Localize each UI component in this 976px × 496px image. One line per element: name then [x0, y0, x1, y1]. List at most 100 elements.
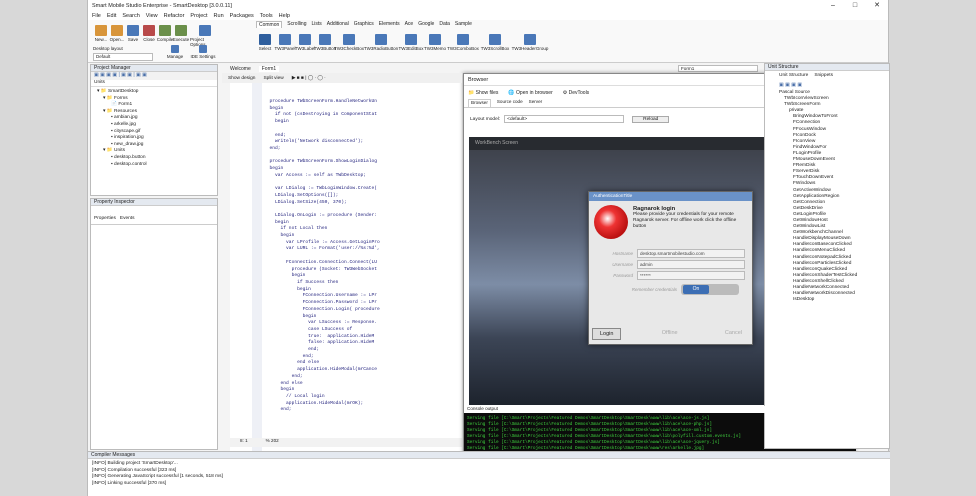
tree-node[interactable]: ▪ desktop.control [97, 162, 217, 169]
hostname-select[interactable]: desktop.smartmobilestudio.com [637, 249, 745, 258]
menu-edit[interactable]: Edit [107, 13, 116, 19]
tw3radiobutton-tool[interactable]: TW3RadioButton [364, 34, 398, 51]
tab-ace[interactable]: Ace [405, 21, 414, 28]
ide-window: Smart Mobile Studio Enterprise - SmartDe… [87, 0, 890, 496]
menu-packages[interactable]: Packages [230, 13, 254, 19]
tw3panel-tool[interactable]: TW3Panel [274, 34, 296, 51]
compiler-line: [INFO] Building project 'SmartDesktop'..… [92, 461, 178, 466]
compiler-line: [INFO] Generating JavaScript successful … [92, 474, 223, 480]
tw3editbox-tool[interactable]: TW3EditBox [398, 34, 424, 51]
tab-additional[interactable]: Additional [327, 21, 349, 28]
tab-unit-structure[interactable]: Unit Structure [779, 73, 808, 82]
tw3label-tool[interactable]: TW3Label [294, 34, 316, 51]
tab-snippets[interactable]: Snippets [814, 73, 833, 82]
tab-graphics[interactable]: Graphics [354, 21, 374, 28]
cancel-button[interactable]: Cancel [718, 328, 749, 340]
devtools-button[interactable]: ⚙ DevTools [563, 90, 589, 96]
menu-search[interactable]: Search [122, 13, 139, 19]
menu-run[interactable]: Run [214, 13, 224, 19]
compiler-messages-panel: Compiler Messages [INFO] Building projec… [88, 451, 890, 496]
combobox-icon [457, 34, 469, 45]
tab-browser[interactable]: Browser [468, 99, 491, 107]
menu-file[interactable]: File [92, 13, 101, 19]
tab-scrolling[interactable]: Scrolling [287, 21, 306, 28]
remember-label: Remember credentials [631, 287, 677, 292]
menu-help[interactable]: Help [279, 13, 290, 19]
minimize-button[interactable]: – [822, 0, 844, 11]
tree-node[interactable]: ▾ 📁 Units [97, 148, 217, 155]
tree-node[interactable]: ▪ ambian.jpg [97, 115, 217, 122]
tw3combobox-tool[interactable]: TW3ComboBox [447, 34, 479, 51]
reload-button[interactable]: Reload [632, 115, 670, 123]
unit-structure-panel: Unit Structure Unit Structure Snippets ▣… [764, 63, 890, 449]
menu-tools[interactable]: Tools [260, 13, 273, 19]
button-icon [319, 34, 331, 45]
tab-form1[interactable]: Form1 [258, 65, 280, 72]
tw3headergroup-tool[interactable]: TW3HeaderGroup [512, 34, 548, 51]
units-combo[interactable]: Units [91, 80, 217, 87]
tab-lists[interactable]: Lists [311, 21, 321, 28]
maximize-button[interactable]: □ [844, 0, 866, 11]
tab-elements[interactable]: Elements [379, 21, 400, 28]
unit-tree: Pascal Source TWbIconViewScreen TWbScreenF… [765, 90, 889, 303]
title-bar: Smart Mobile Studio Enterprise - SmartDe… [88, 0, 888, 11]
project-options-button[interactable]: Project Options [190, 25, 220, 47]
split-view-button[interactable]: Split view [263, 76, 283, 81]
select-tool[interactable]: Select [254, 34, 276, 51]
manage-button[interactable]: Manage [164, 45, 186, 59]
ide-settings-button[interactable]: IDE Settings [188, 45, 218, 59]
tab-source-code[interactable]: Source code [497, 99, 523, 107]
tree-node[interactable]: 📄 Form1 [97, 102, 217, 109]
tab-welcome[interactable]: Welcome [230, 66, 251, 72]
layout-model-select[interactable]: <default> [504, 115, 625, 123]
username-field[interactable]: admin [637, 260, 745, 269]
unit-tree-item[interactable]: IsDesktop [779, 297, 889, 303]
code-editor[interactable]: procedure TWbScreenForm.HandleNetworkUn … [230, 73, 462, 451]
tab-common[interactable]: Common [256, 21, 283, 28]
login-text: Please provide your credentials for your… [633, 212, 737, 229]
menu-project[interactable]: Project [190, 13, 207, 19]
unit-toolbar[interactable]: ▣ ▣ ▣ ▣ [765, 82, 889, 90]
editor-gutter [252, 73, 262, 451]
password-field[interactable]: ****** [637, 271, 745, 280]
tree-node[interactable]: ▪ arkelle.jpg [97, 122, 217, 129]
menu-refactor[interactable]: Refactor [164, 13, 185, 19]
remember-toggle[interactable]: On [681, 284, 739, 295]
media-controls[interactable]: ▶ ■ ■ | ◯ · ◯ · [292, 76, 326, 81]
show-design-button[interactable]: Show design [228, 76, 255, 81]
tree-node[interactable]: ▾ 📁 SmartDesktop [97, 89, 217, 96]
tab-sample[interactable]: Sample [455, 21, 472, 28]
tab-data[interactable]: Data [439, 21, 450, 28]
tw3checkbox-tool[interactable]: TW3CheckBox [334, 34, 364, 51]
password-label: Password [613, 273, 633, 278]
tree-node[interactable]: ▪ inspiration.jpg [97, 135, 217, 142]
form-combo[interactable]: Form1 [678, 65, 758, 72]
menu-view[interactable]: View [146, 13, 158, 19]
tab-server[interactable]: Server [529, 99, 543, 107]
execute-button[interactable]: Execute [170, 25, 192, 42]
project-toolbar[interactable]: ▣ ▣ ▣ ▣ | ▣ ▣ | ▣ ▣ [91, 72, 217, 80]
tw3scrollbox-tool[interactable]: TW3ScrollBox [480, 34, 510, 51]
console-title: Console output [464, 406, 856, 413]
headergroup-icon [524, 34, 536, 45]
checkbox-icon [343, 34, 355, 45]
tree-node[interactable]: ▪ desktop.button [97, 155, 217, 162]
manage-icon [171, 45, 179, 53]
layout-select[interactable]: Default [93, 53, 153, 61]
tw3memo-tool[interactable]: TW3Memo [424, 34, 446, 51]
open-in-browser-button[interactable]: 🌐 Open in browser [508, 90, 552, 96]
offline-button[interactable]: Offline [655, 328, 685, 340]
tab-properties[interactable]: Properties [94, 216, 116, 224]
login-button[interactable]: Login [592, 328, 622, 340]
tab-events[interactable]: Events [120, 216, 135, 224]
compiler-title: Compiler Messages [88, 452, 890, 459]
tab-google[interactable]: Google [418, 21, 434, 28]
project-tree: ▾ 📁 SmartDesktop ▾ 📁 Forms 📄 Form1 ▾ 📁 R… [91, 87, 217, 168]
login-buttons: Login Offline Cancel [592, 328, 749, 340]
close-button[interactable]: ✕ [866, 0, 888, 11]
tw3button-tool[interactable]: TW3Button [314, 34, 336, 51]
compiler-log[interactable]: [INFO] Building project 'SmartDesktop'..… [88, 459, 890, 489]
show-files-button[interactable]: 📁 Show files [468, 90, 498, 96]
component-tabs: Common Scrolling Lists Additional Graphi… [256, 21, 472, 28]
hostname-label: Hostname [612, 251, 633, 256]
